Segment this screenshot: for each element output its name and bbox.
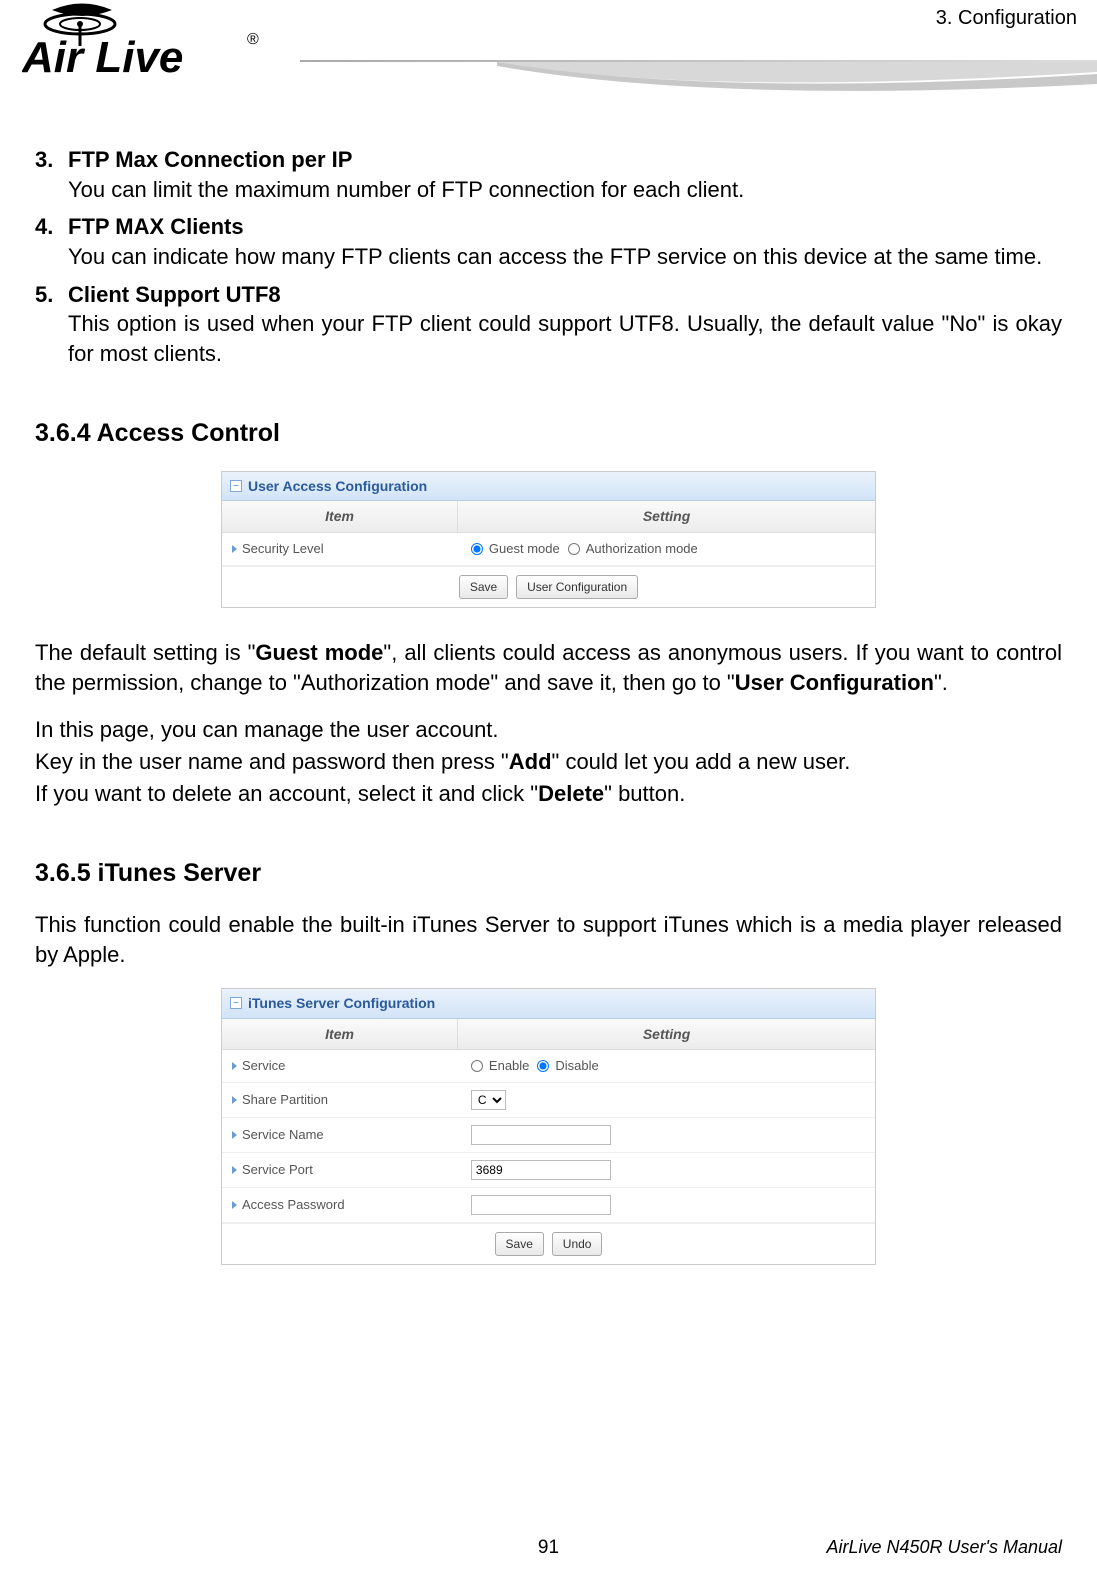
list-item-5: 5. Client Support UTF8 This option is us… bbox=[35, 280, 1062, 369]
heading-364: 3.6.4 Access Control bbox=[35, 417, 1062, 451]
triangle-icon bbox=[232, 1096, 237, 1104]
col-setting: Setting bbox=[458, 1019, 875, 1050]
col-setting: Setting bbox=[458, 501, 875, 532]
access-control-line-1: In this page, you can manage the user ac… bbox=[35, 715, 1062, 745]
list-number: 4. bbox=[35, 212, 68, 271]
heading-365: 3.6.5 iTunes Server bbox=[35, 857, 1062, 891]
service-name-input[interactable] bbox=[471, 1125, 611, 1145]
itunes-intro: This function could enable the built-in … bbox=[35, 910, 1062, 969]
row-label: Service Name bbox=[242, 1126, 324, 1144]
authorization-mode-label: Authorization mode bbox=[586, 540, 698, 558]
row-label: Security Level bbox=[242, 540, 324, 558]
save-button[interactable]: Save bbox=[495, 1232, 544, 1256]
enable-radio[interactable] bbox=[471, 1060, 483, 1072]
list-number: 3. bbox=[35, 145, 68, 204]
panel-button-row: Save Undo bbox=[222, 1223, 875, 1264]
col-item: Item bbox=[222, 501, 458, 532]
row-security-level: Security Level Guest mode Authorization … bbox=[222, 533, 875, 566]
list-description: You can limit the maximum number of FTP … bbox=[68, 175, 1062, 205]
row-label: Service bbox=[242, 1057, 285, 1075]
col-item: Item bbox=[222, 1019, 458, 1050]
access-password-input[interactable] bbox=[471, 1195, 611, 1215]
guest-mode-label: Guest mode bbox=[489, 540, 560, 558]
panel-header: – iTunes Server Configuration bbox=[222, 989, 875, 1019]
row-service: Service Enable Disable bbox=[222, 1050, 875, 1083]
svg-text:®: ® bbox=[247, 31, 259, 48]
page-content: 3. FTP Max Connection per IP You can lim… bbox=[0, 110, 1097, 1265]
row-label: Share Partition bbox=[242, 1091, 328, 1109]
row-label: Access Password bbox=[242, 1196, 345, 1214]
panel-title: iTunes Server Configuration bbox=[248, 994, 435, 1013]
access-control-paragraph-1: The default setting is "Guest mode", all… bbox=[35, 638, 1062, 697]
list-title: FTP Max Connection per IP bbox=[68, 145, 1062, 175]
airlive-logo: Air Live ® bbox=[22, 2, 312, 82]
disable-radio[interactable] bbox=[537, 1060, 549, 1072]
panel-column-headers: Item Setting bbox=[222, 501, 875, 533]
enable-label: Enable bbox=[489, 1057, 529, 1075]
row-service-port: Service Port bbox=[222, 1153, 875, 1188]
triangle-icon bbox=[232, 1062, 237, 1070]
header-swoosh bbox=[497, 62, 1097, 107]
triangle-icon bbox=[232, 1201, 237, 1209]
list-item-4: 4. FTP MAX Clients You can indicate how … bbox=[35, 212, 1062, 271]
list-item-3: 3. FTP Max Connection per IP You can lim… bbox=[35, 145, 1062, 204]
user-configuration-button[interactable]: User Configuration bbox=[516, 575, 638, 599]
page-number: 91 bbox=[538, 1537, 559, 1559]
section-label: 3. Configuration bbox=[936, 7, 1077, 30]
guest-mode-radio[interactable] bbox=[471, 543, 483, 555]
triangle-icon bbox=[232, 1131, 237, 1139]
list-description: You can indicate how many FTP clients ca… bbox=[68, 242, 1062, 272]
svg-text:Air Live: Air Live bbox=[22, 33, 183, 82]
page-header: 3. Configuration Air Live ® bbox=[0, 0, 1097, 110]
row-access-password: Access Password bbox=[222, 1188, 875, 1223]
authorization-mode-radio[interactable] bbox=[568, 543, 580, 555]
row-service-name: Service Name bbox=[222, 1118, 875, 1153]
triangle-icon bbox=[232, 1166, 237, 1174]
panel-column-headers: Item Setting bbox=[222, 1019, 875, 1051]
itunes-config-panel: – iTunes Server Configuration Item Setti… bbox=[221, 988, 876, 1266]
row-label: Service Port bbox=[242, 1161, 313, 1179]
panel-button-row: Save User Configuration bbox=[222, 566, 875, 607]
page-footer: 91 AirLive N450R User's Manual bbox=[0, 1537, 1097, 1558]
list-number: 5. bbox=[35, 280, 68, 369]
access-control-line-2: Key in the user name and password then p… bbox=[35, 747, 1062, 777]
disable-label: Disable bbox=[555, 1057, 598, 1075]
service-port-input[interactable] bbox=[471, 1160, 611, 1180]
list-description: This option is used when your FTP client… bbox=[68, 309, 1062, 368]
row-share-partition: Share Partition C bbox=[222, 1083, 875, 1118]
list-title: Client Support UTF8 bbox=[68, 280, 1062, 310]
user-access-config-panel: – User Access Configuration Item Setting… bbox=[221, 471, 876, 609]
panel-header: – User Access Configuration bbox=[222, 472, 875, 502]
panel-title: User Access Configuration bbox=[248, 477, 427, 496]
triangle-icon bbox=[232, 545, 237, 553]
access-control-line-3: If you want to delete an account, select… bbox=[35, 779, 1062, 809]
share-partition-select[interactable]: C bbox=[471, 1090, 506, 1110]
undo-button[interactable]: Undo bbox=[552, 1232, 603, 1256]
collapse-icon: – bbox=[230, 997, 242, 1009]
save-button[interactable]: Save bbox=[459, 575, 508, 599]
list-title: FTP MAX Clients bbox=[68, 212, 1062, 242]
collapse-icon: – bbox=[230, 480, 242, 492]
manual-title: AirLive N450R User's Manual bbox=[826, 1537, 1062, 1558]
